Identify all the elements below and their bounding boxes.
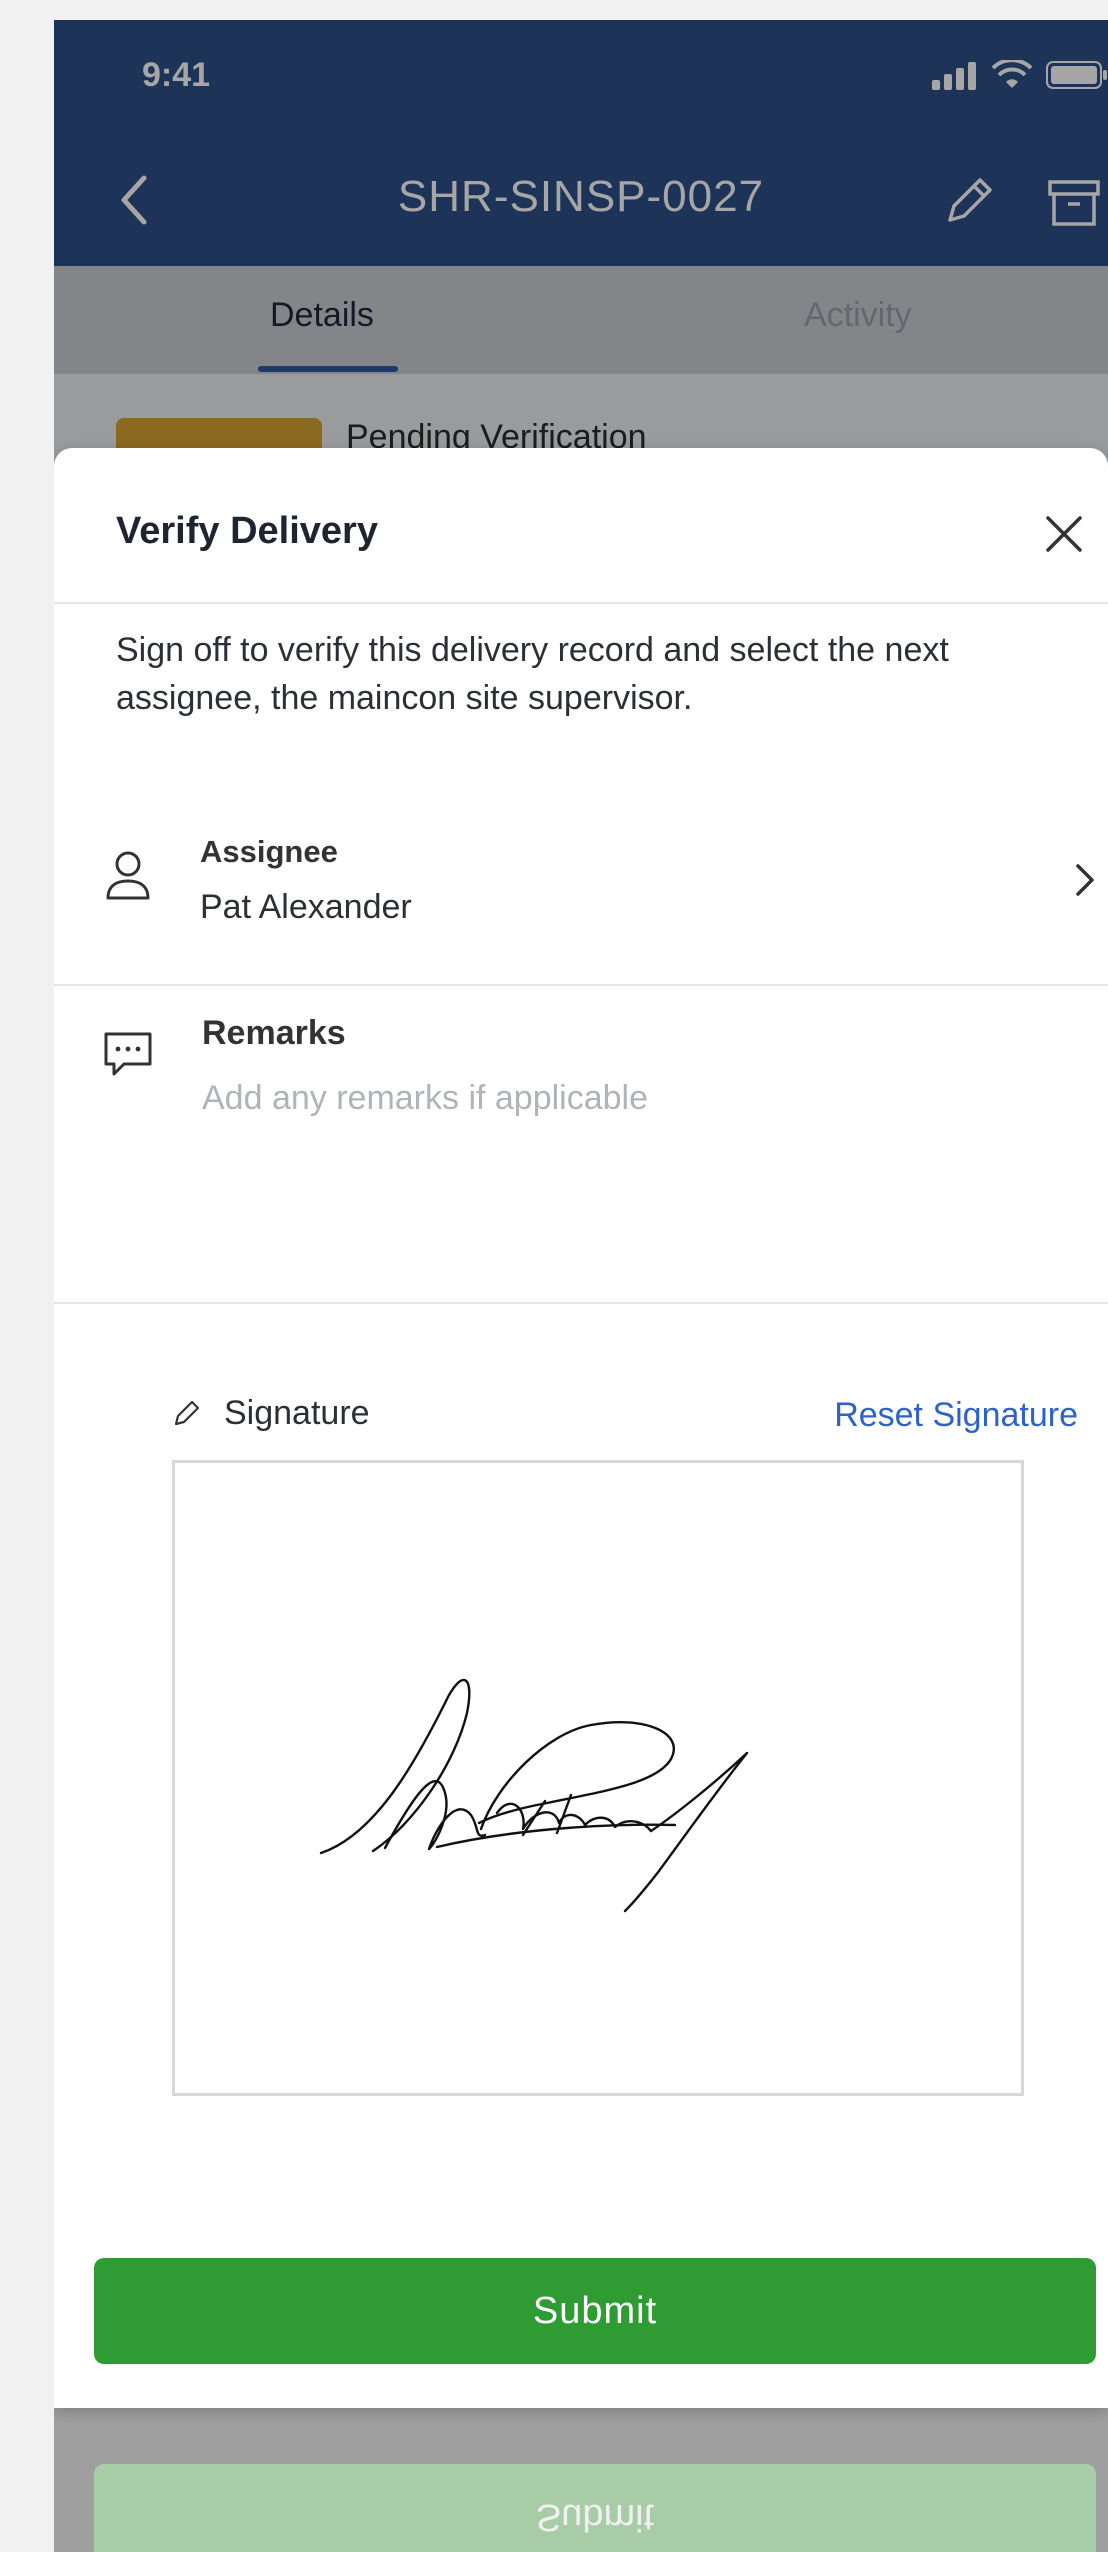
chevron-right-icon[interactable] <box>1070 860 1098 900</box>
divider <box>54 602 1108 604</box>
signature-drawing <box>319 1679 749 1913</box>
remarks-input[interactable] <box>202 1068 1062 1128</box>
verify-delivery-modal: Verify Delivery Sign off to verify this … <box>54 448 1108 2408</box>
modal-description: Sign off to verify this delivery record … <box>116 631 949 717</box>
assignee-value: Pat Alexander <box>200 888 412 926</box>
modal-title: Verify Delivery <box>116 510 378 552</box>
divider <box>54 984 1108 986</box>
divider <box>54 1302 1108 1304</box>
pen-icon <box>174 1400 200 1426</box>
signature-pad[interactable] <box>172 1460 1024 2096</box>
submit-reflection: Submit <box>94 2464 1096 2552</box>
phone-screen: 9:41 SHR-SINSP-0027 Details Activity Pen… <box>54 20 1108 2552</box>
person-icon <box>106 851 150 900</box>
remarks-label: Remarks <box>202 1014 346 1052</box>
reset-signature-link[interactable]: Reset Signature <box>704 1396 1078 1435</box>
close-icon[interactable] <box>1038 508 1090 560</box>
comment-icon <box>104 1032 152 1076</box>
signature-label: Signature <box>224 1394 370 1432</box>
assignee-label: Assignee <box>200 834 338 869</box>
submit-button[interactable]: Submit <box>94 2258 1096 2364</box>
